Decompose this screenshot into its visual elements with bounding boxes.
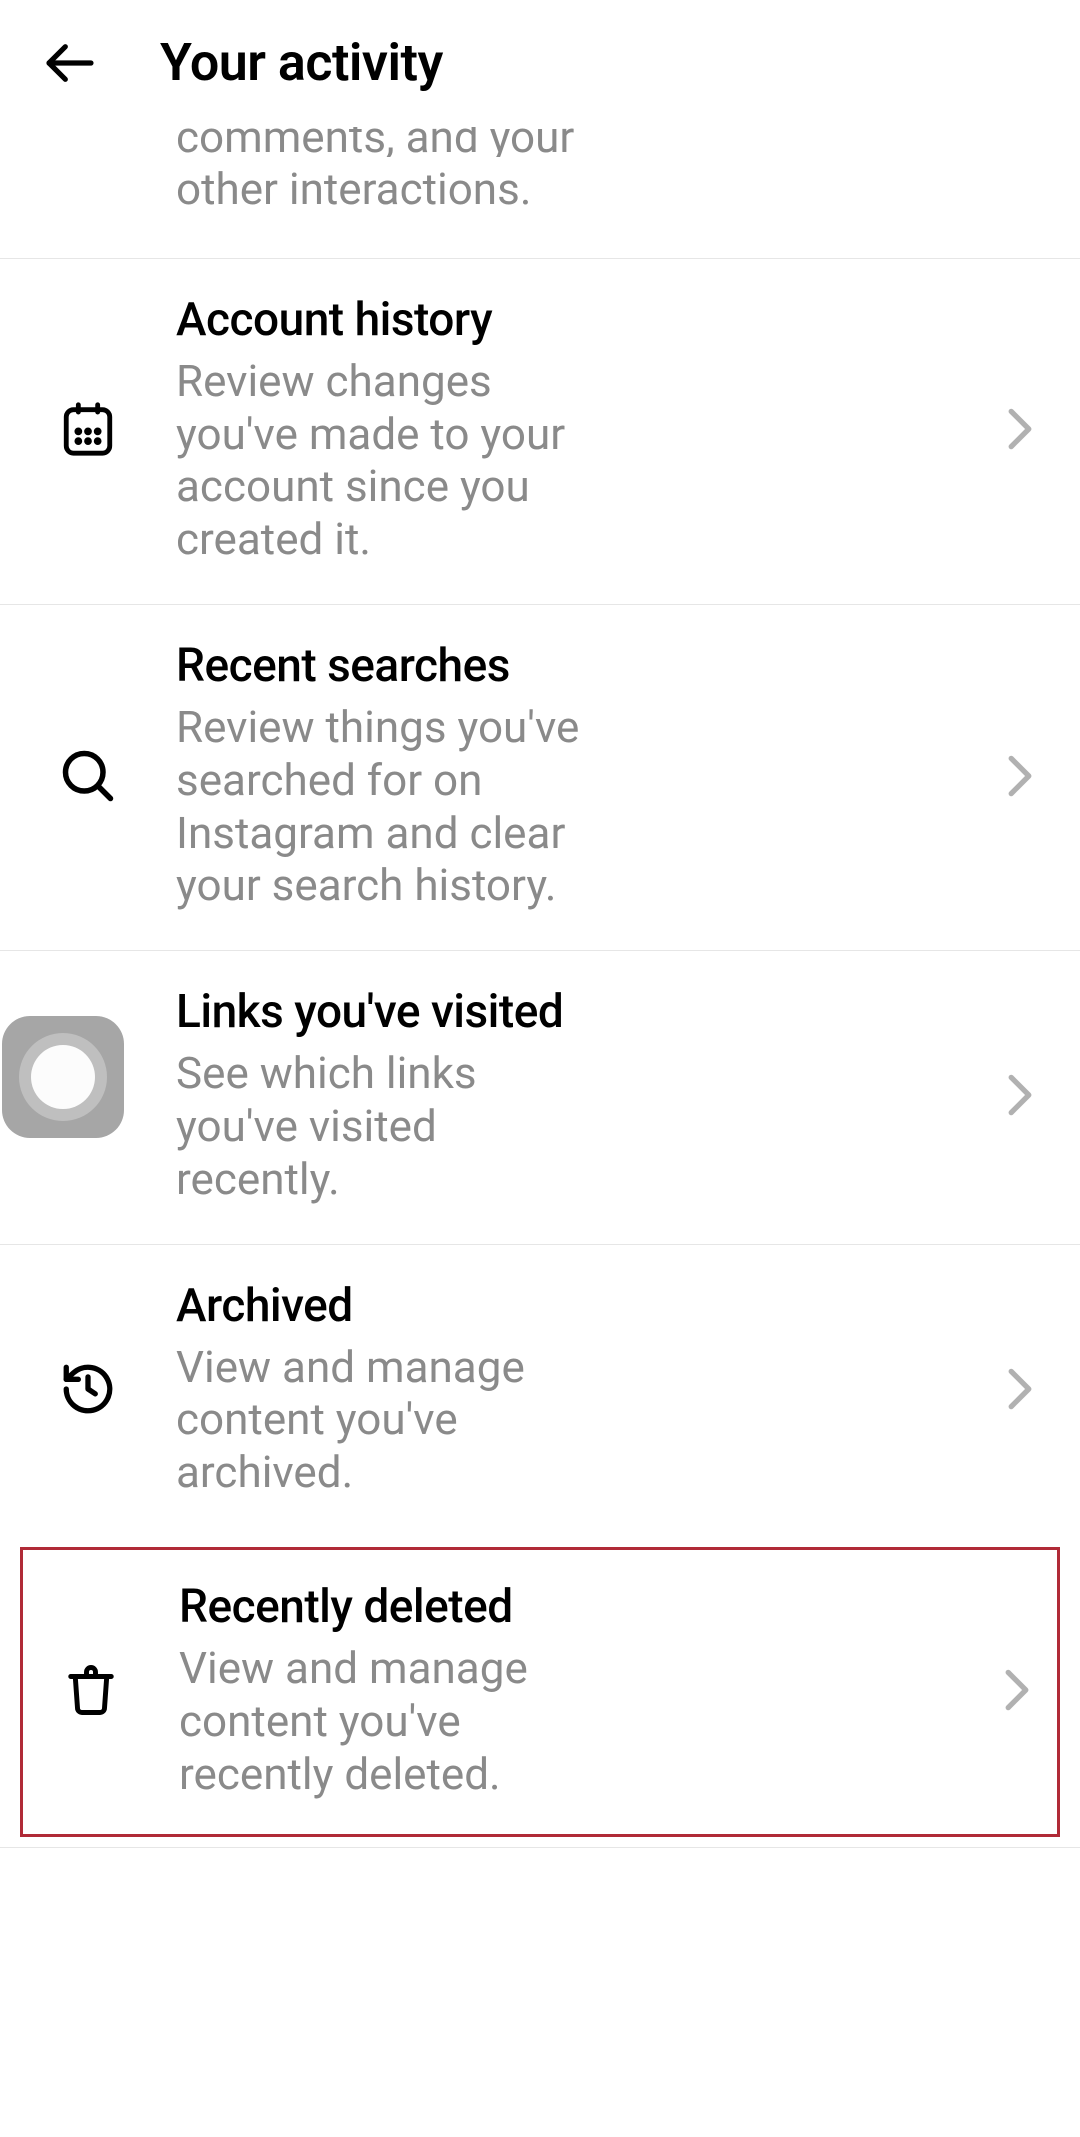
chevron-right-icon — [1000, 407, 1040, 451]
chevron-right-icon — [1000, 1367, 1040, 1411]
list-item-account-history[interactable]: Account history Review changes you've ma… — [0, 258, 1080, 604]
item-description: See which links you've visited recently. — [176, 1047, 606, 1205]
item-title: Recently deleted — [179, 1580, 957, 1634]
item-description: View and manage content you've recently … — [179, 1642, 609, 1800]
chevron-right-icon — [1000, 1073, 1040, 1117]
list-item-links-visited[interactable]: Links you've visited See which links you… — [0, 950, 1080, 1243]
chevron-right-icon — [1000, 754, 1040, 798]
header: Your activity — [0, 0, 1080, 125]
chevron-right-icon — [997, 1668, 1037, 1712]
calendar-icon — [40, 400, 136, 458]
item-description: Review things you've searched for on Ins… — [176, 701, 606, 912]
bubble-ring-icon — [19, 1033, 107, 1121]
item-body: Recent searches Review things you've sea… — [176, 639, 960, 912]
item-body: Links you've visited See which links you… — [176, 985, 960, 1205]
item-description: Review changes you've made to your accou… — [176, 355, 606, 566]
divider — [0, 1847, 1080, 1848]
back-button[interactable] — [40, 33, 100, 93]
history-icon — [40, 1360, 136, 1418]
item-body: Account history Review changes you've ma… — [176, 293, 960, 566]
trash-icon — [43, 1661, 139, 1719]
item-body: Archived View and manage content you've … — [176, 1279, 960, 1499]
list-item-recent-searches[interactable]: Recent searches Review things you've sea… — [0, 604, 1080, 950]
list-item-archived[interactable]: Archived View and manage content you've … — [0, 1244, 1080, 1537]
list-item-recently-deleted[interactable]: Recently deleted View and manage content… — [20, 1547, 1060, 1837]
item-body: Recently deleted View and manage content… — [179, 1580, 957, 1800]
partial-text-line: other interactions. — [176, 163, 1040, 216]
arrow-left-icon — [42, 35, 98, 91]
item-title: Links you've visited — [176, 985, 960, 1039]
search-icon — [40, 746, 136, 806]
floating-assistive-button[interactable] — [2, 1016, 124, 1138]
item-title: Account history — [176, 293, 960, 347]
item-description: View and manage content you've archived. — [176, 1341, 606, 1499]
partial-previous-item: comments, and your other interactions. — [0, 125, 1080, 258]
partial-text-line: comments, and your — [176, 127, 1040, 157]
item-title: Archived — [176, 1279, 960, 1333]
page-title: Your activity — [160, 32, 443, 93]
item-title: Recent searches — [176, 639, 960, 693]
